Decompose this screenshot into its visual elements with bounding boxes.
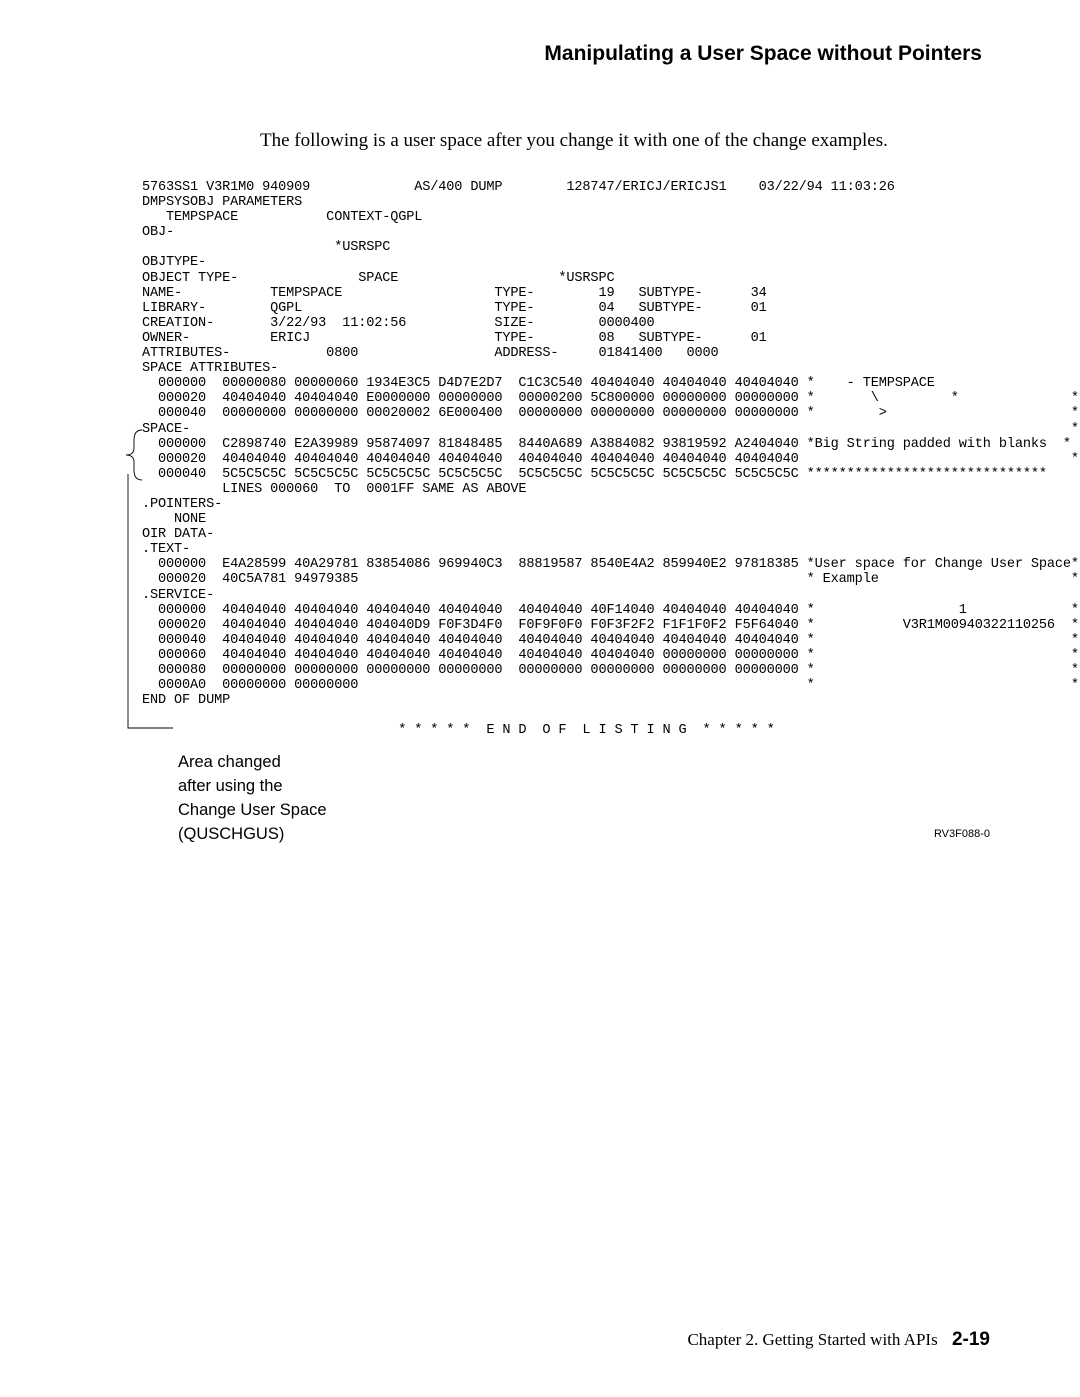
dump-listing: 5763SS1 V3R1M0 940909 AS/400 DUMP 128747…	[134, 180, 990, 738]
brace-icon	[122, 428, 144, 482]
footer-chapter: Chapter 2. Getting Started with APIs	[687, 1330, 937, 1349]
caption-line-4: (QUSCHGUS)	[178, 824, 284, 844]
figure-reference: RV3F088-0	[934, 824, 990, 844]
intro-text: The following is a user space after you …	[260, 130, 990, 152]
caption-line-2: after using the	[178, 776, 990, 796]
guide-elbow-icon	[127, 720, 173, 732]
page-footer: Chapter 2. Getting Started with APIs 2-1…	[687, 1329, 990, 1351]
footer-page-number: 2-19	[952, 1329, 990, 1350]
guide-line-icon	[127, 474, 129, 722]
annotation-caption: Area changed after using the Change User…	[134, 752, 990, 844]
page: Manipulating a User Space without Pointe…	[0, 0, 1080, 1397]
caption-line-3: Change User Space	[178, 800, 990, 820]
caption-line-1: Area changed	[178, 752, 990, 772]
dump-area: 5763SS1 V3R1M0 940909 AS/400 DUMP 128747…	[134, 180, 990, 738]
page-heading: Manipulating a User Space without Pointe…	[90, 42, 990, 66]
